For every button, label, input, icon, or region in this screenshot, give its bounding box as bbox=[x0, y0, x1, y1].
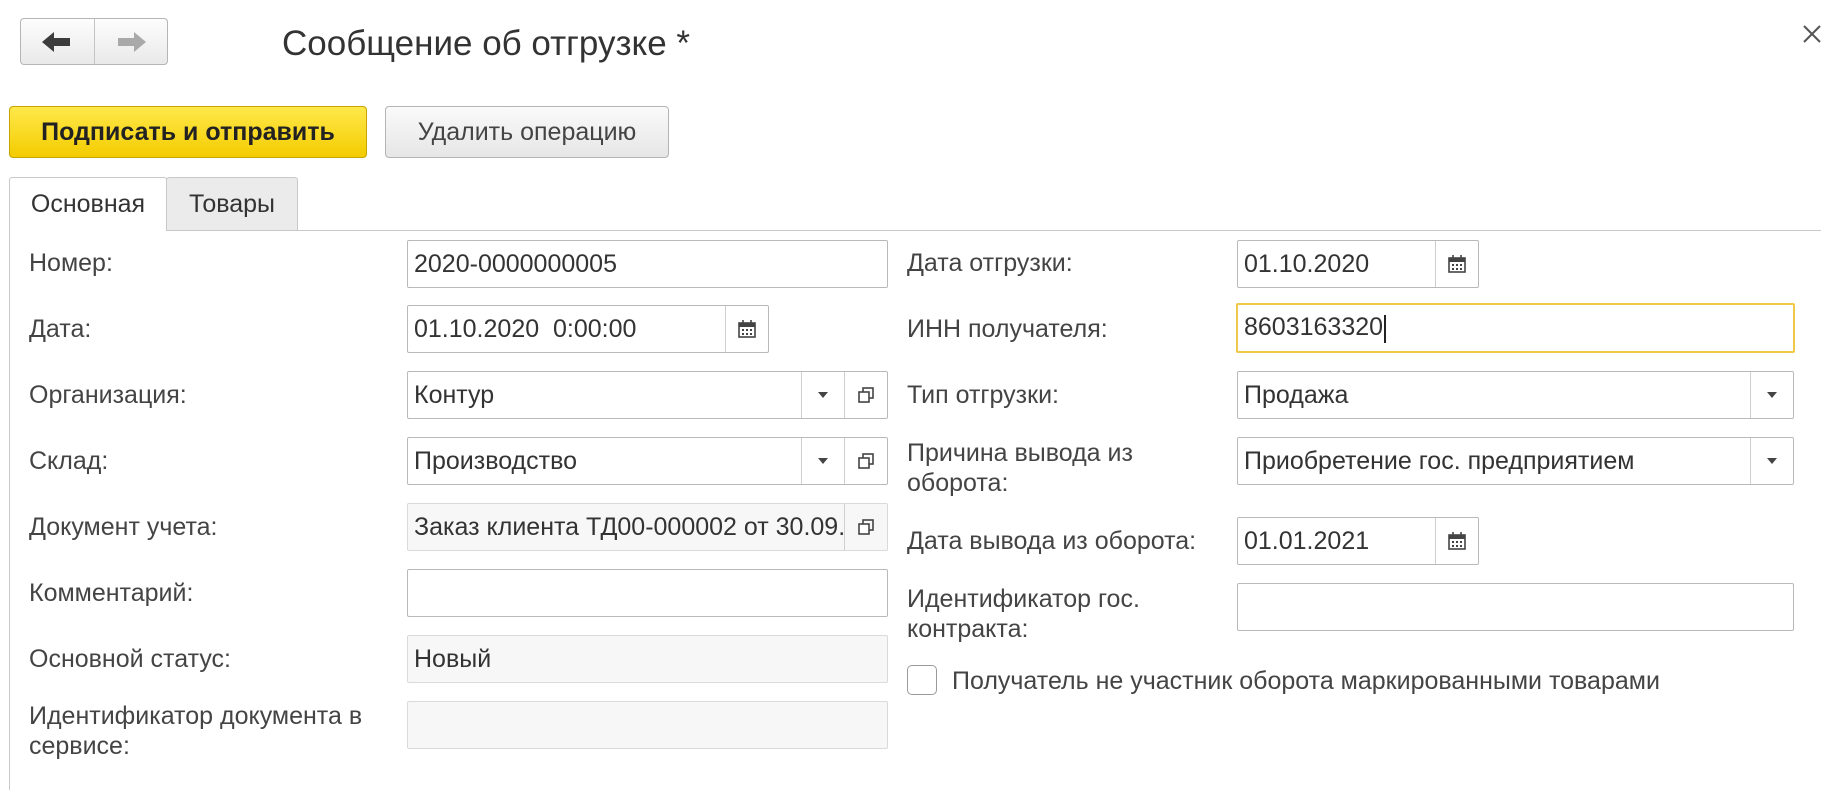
withdraw-date-label: Дата вывода из оборота: bbox=[907, 527, 1197, 555]
ship-date-field[interactable]: 01.10.2020 bbox=[1237, 240, 1479, 288]
ship-type-label: Тип отгрузки: bbox=[907, 381, 1059, 409]
calendar-icon bbox=[738, 320, 756, 338]
navigation-buttons bbox=[20, 18, 168, 65]
organization-dropdown-button[interactable] bbox=[801, 372, 844, 418]
warehouse-open-button[interactable] bbox=[844, 438, 887, 484]
chevron-down-icon bbox=[818, 392, 828, 398]
withdraw-reason-value: Приобретение гос. предприятием bbox=[1244, 446, 1635, 475]
inn-value: 8603163320 bbox=[1244, 313, 1384, 342]
date-value: 01.10.2020 0:00:00 bbox=[414, 314, 637, 343]
withdraw-reason-dropdown-button[interactable] bbox=[1750, 438, 1793, 484]
not-participant-checkbox[interactable] bbox=[907, 665, 937, 695]
date-label: Дата: bbox=[29, 315, 92, 343]
organization-label: Организация: bbox=[29, 381, 187, 409]
chevron-down-icon bbox=[1767, 458, 1777, 464]
contract-id-label: Идентификатор гос. контракта: bbox=[907, 585, 1140, 643]
comment-input[interactable] bbox=[407, 569, 888, 617]
chevron-down-icon bbox=[818, 458, 828, 464]
account-document-label: Документ учета: bbox=[29, 513, 218, 541]
number-label: Номер: bbox=[29, 249, 113, 277]
account-document-value: Заказ клиента ТД00-000002 от 30.09.2020 bbox=[414, 512, 844, 541]
contract-id-input[interactable] bbox=[1237, 583, 1794, 631]
open-window-icon bbox=[858, 453, 874, 469]
not-participant-label: Получатель не участник оборота маркирова… bbox=[952, 667, 1660, 695]
inn-input[interactable]: 8603163320 bbox=[1236, 303, 1795, 353]
open-window-icon bbox=[858, 387, 874, 403]
sign-and-send-button[interactable]: Подписать и отправить bbox=[9, 106, 367, 158]
service-id-label: Идентификатор документа в сервисе: bbox=[29, 702, 363, 760]
organization-open-button[interactable] bbox=[844, 372, 887, 418]
ship-type-select[interactable]: Продажа bbox=[1237, 371, 1794, 419]
inn-value-wrap: 8603163320 bbox=[1238, 313, 1793, 343]
arrow-right-icon bbox=[117, 31, 146, 52]
warehouse-dropdown-button[interactable] bbox=[801, 438, 844, 484]
account-document-field[interactable]: Заказ клиента ТД00-000002 от 30.09.2020 bbox=[407, 503, 888, 551]
ship-date-value: 01.10.2020 bbox=[1244, 249, 1370, 278]
calendar-button[interactable] bbox=[725, 306, 768, 352]
status-field: Новый bbox=[407, 635, 888, 683]
close-icon[interactable] bbox=[1800, 22, 1824, 46]
calendar-icon bbox=[1448, 532, 1466, 550]
withdraw-date-field[interactable]: 01.01.2021 bbox=[1237, 517, 1479, 565]
back-button[interactable] bbox=[21, 19, 94, 64]
ship-date-label: Дата отгрузки: bbox=[907, 249, 1073, 277]
withdraw-reason-select[interactable]: Приобретение гос. предприятием bbox=[1237, 437, 1794, 485]
forward-button[interactable] bbox=[93, 19, 168, 64]
text-cursor bbox=[1384, 314, 1387, 343]
arrow-left-icon bbox=[42, 31, 71, 52]
ship-type-dropdown-button[interactable] bbox=[1750, 372, 1793, 418]
delete-operation-button[interactable]: Удалить операцию bbox=[385, 106, 669, 158]
comment-label: Комментарий: bbox=[29, 579, 194, 607]
tab-goods[interactable]: Товары bbox=[166, 177, 298, 231]
calendar-button[interactable] bbox=[1435, 518, 1478, 564]
calendar-icon bbox=[1448, 255, 1466, 273]
open-window-icon bbox=[858, 519, 874, 535]
warehouse-value: Производство bbox=[414, 446, 578, 475]
organization-select[interactable]: Контур bbox=[407, 371, 888, 419]
ship-type-value: Продажа bbox=[1244, 380, 1349, 409]
warehouse-label: Склад: bbox=[29, 447, 109, 475]
date-field[interactable]: 01.10.2020 0:00:00 bbox=[407, 305, 769, 353]
status-value: Новый bbox=[414, 644, 492, 673]
number-field[interactable]: 2020-0000000005 bbox=[407, 240, 888, 288]
withdraw-reason-label: Причина вывода из оборота: bbox=[907, 439, 1133, 497]
chevron-down-icon bbox=[1767, 392, 1777, 398]
calendar-button[interactable] bbox=[1435, 241, 1478, 287]
service-id-field bbox=[407, 701, 888, 749]
number-value: 2020-0000000005 bbox=[414, 249, 617, 278]
status-label: Основной статус: bbox=[29, 645, 231, 673]
organization-value: Контур bbox=[414, 380, 495, 409]
tab-main[interactable]: Основная bbox=[9, 177, 167, 231]
inn-label: ИНН получателя: bbox=[907, 315, 1108, 343]
warehouse-select[interactable]: Производство bbox=[407, 437, 888, 485]
withdraw-date-value: 01.01.2021 bbox=[1244, 526, 1370, 555]
account-document-open-button[interactable] bbox=[844, 504, 887, 550]
page-title: Сообщение об отгрузке * bbox=[282, 24, 691, 63]
